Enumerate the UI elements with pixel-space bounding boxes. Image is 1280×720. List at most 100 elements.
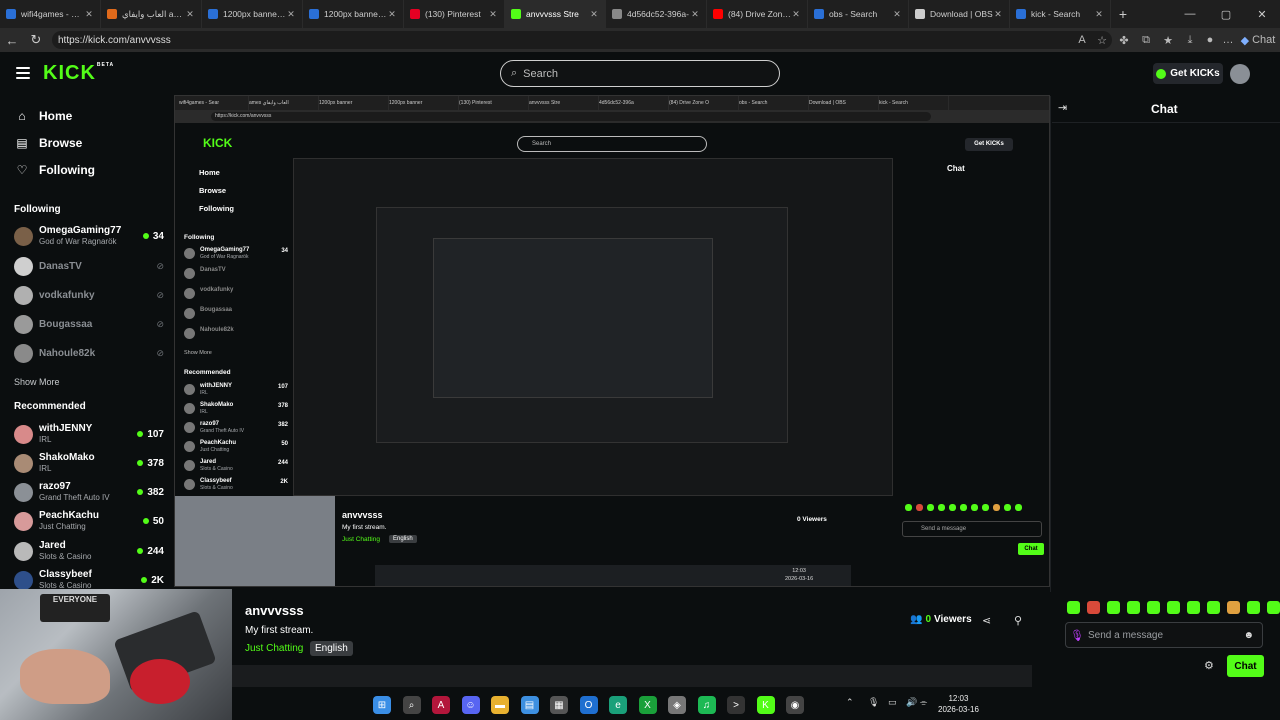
tab-close-icon[interactable]: ✕ xyxy=(791,9,801,20)
emote-icon[interactable] xyxy=(1015,504,1022,511)
emote-icon[interactable] xyxy=(993,504,1000,511)
menu-dots-icon[interactable]: … xyxy=(1216,28,1240,52)
taskbar-discord-icon[interactable]: ☺ xyxy=(461,696,480,714)
taskbar-search-icon[interactable]: ⌕ xyxy=(402,696,421,714)
sidebar-channel[interactable]: Bougassaa ⊘ xyxy=(14,310,164,338)
url-bar[interactable]: https://kick.com/anvvvsss xyxy=(52,31,1112,49)
tab-close-icon[interactable]: ✕ xyxy=(185,9,195,20)
emote-icon[interactable] xyxy=(982,504,989,511)
emote-icon[interactable] xyxy=(1147,601,1160,614)
browser-tab[interactable]: wifi4games - Sear ✕ xyxy=(0,0,101,28)
browser-tab[interactable]: kick - Search ✕ xyxy=(1010,0,1111,28)
favorites-icon[interactable]: ★ xyxy=(1156,28,1180,52)
sidebar-nav-browse[interactable]: ▤ Browse xyxy=(15,133,82,153)
emote-icon[interactable] xyxy=(916,504,923,511)
tray-volume-icon[interactable]: 🔊 xyxy=(906,697,917,708)
emote-icon[interactable] xyxy=(949,504,956,511)
taskbar-kick-icon[interactable]: K xyxy=(756,696,775,714)
tab-close-icon[interactable]: ✕ xyxy=(84,9,94,20)
tab-close-icon[interactable]: ✕ xyxy=(589,9,599,20)
taskbar-outlook-icon[interactable]: O xyxy=(579,696,598,714)
send-chat-button[interactable]: Chat xyxy=(1227,655,1264,677)
emote-icon[interactable] xyxy=(1107,601,1120,614)
taskbar-notepad-icon[interactable]: ▤ xyxy=(520,696,539,714)
chat-message-input[interactable]: 🎙 Send a message ☻ xyxy=(1065,622,1263,648)
taskbar-spotify-icon[interactable]: ♫ xyxy=(697,696,716,714)
back-button[interactable]: ← xyxy=(0,28,24,52)
tray-chevron-icon[interactable]: ⌃ xyxy=(846,697,854,708)
emote-icon[interactable] xyxy=(1067,601,1080,614)
emote-icon[interactable] xyxy=(927,504,934,511)
stream-language-badge[interactable]: English xyxy=(310,641,353,656)
maximize-button[interactable]: ▢ xyxy=(1208,0,1244,28)
taskbar-edge-icon[interactable]: e xyxy=(609,696,627,714)
browser-tab[interactable]: obs - Search ✕ xyxy=(808,0,909,28)
share-icon[interactable]: ⋖ xyxy=(982,614,991,627)
sidebar-channel[interactable]: razo97 Grand Theft Auto IV 382 xyxy=(14,478,164,506)
close-window-button[interactable]: ✕ xyxy=(1244,0,1280,28)
browser-tab[interactable]: Download | OBS ✕ xyxy=(909,0,1010,28)
sidebar-nav-home[interactable]: ⌂ Home xyxy=(15,106,72,126)
taskbar-clock[interactable]: 12:03 2026-03-16 xyxy=(938,693,979,715)
emote-icon[interactable] xyxy=(1167,601,1180,614)
emote-icon[interactable] xyxy=(905,504,912,511)
emote-icon[interactable] xyxy=(1127,601,1140,614)
tab-close-icon[interactable]: ✕ xyxy=(892,9,902,20)
browser-tab[interactable]: العاب وايفاي ames✕ xyxy=(101,0,202,28)
search-input[interactable]: ⌕ Search xyxy=(500,60,780,87)
emote-icon[interactable] xyxy=(960,504,967,511)
emote-icon[interactable] xyxy=(971,504,978,511)
stream-category[interactable]: Just Chatting xyxy=(245,643,303,654)
emote-icon[interactable] xyxy=(1004,504,1011,511)
emote-icon[interactable] xyxy=(1247,601,1260,614)
kick-logo[interactable]: KICKBETA xyxy=(43,62,114,85)
sidebar-channel[interactable]: withJENNY IRL 107 xyxy=(14,420,164,448)
sidebar-channel[interactable]: vodkafunky ⊘ xyxy=(14,281,164,309)
emote-icon[interactable] xyxy=(1267,601,1280,614)
tray-network-icon[interactable]: ⌯ xyxy=(920,697,927,708)
emoji-picker-icon[interactable]: ☻ xyxy=(1243,630,1254,641)
taskbar-folder-icon[interactable]: ▬ xyxy=(491,696,509,714)
sidebar-channel[interactable]: Jared Slots & Casino 244 xyxy=(14,537,164,565)
emote-icon[interactable] xyxy=(938,504,945,511)
tab-close-icon[interactable]: ✕ xyxy=(690,9,700,20)
get-kicks-button[interactable]: Get KICKs xyxy=(1153,63,1223,84)
tray-display-icon[interactable]: ▭ xyxy=(888,697,897,708)
browser-tab[interactable]: anvvvsss Stre ✕ xyxy=(505,0,606,28)
tab-close-icon[interactable]: ✕ xyxy=(993,9,1003,20)
tab-close-icon[interactable]: ✕ xyxy=(387,9,397,20)
tray-mic-icon[interactable]: 🎙 xyxy=(868,697,879,708)
tab-close-icon[interactable]: ✕ xyxy=(488,9,498,20)
emote-icon[interactable] xyxy=(1087,601,1100,614)
taskbar-app-icon[interactable]: ◈ xyxy=(668,696,686,714)
taskbar-xbox-icon[interactable]: X xyxy=(638,696,657,714)
browser-tab[interactable]: (84) Drive Zone O ✕ xyxy=(707,0,808,28)
favorite-star-icon[interactable]: ☆ xyxy=(1090,28,1114,52)
taskbar-windows-icon[interactable]: ⊞ xyxy=(373,696,391,714)
sidebar-channel[interactable]: Nahoule82k ⊘ xyxy=(14,339,164,367)
sidebar-channel[interactable]: PeachKachu Just Chatting 50 xyxy=(14,507,164,535)
taskbar-store-icon[interactable]: ▦ xyxy=(550,696,568,714)
hamburger-menu-icon[interactable] xyxy=(16,67,30,79)
taskbar-obs-icon[interactable]: ◉ xyxy=(786,696,804,714)
refresh-button[interactable]: ↻ xyxy=(24,28,48,52)
browser-tab[interactable]: (130) Pinterest ✕ xyxy=(404,0,505,28)
streamer-name[interactable]: anvvvsss xyxy=(245,603,304,618)
minimize-button[interactable]: — xyxy=(1172,0,1208,28)
taskbar-adobe-icon[interactable]: A xyxy=(432,696,450,714)
sidebar-channel[interactable]: OmegaGaming77 God of War Ragnarök 34 xyxy=(14,222,164,250)
microphone-icon[interactable]: 🎙 xyxy=(1066,629,1088,642)
split-screen-icon[interactable]: ⧉ xyxy=(1134,28,1158,52)
new-tab-button[interactable]: + xyxy=(1111,6,1135,22)
sidebar-nav-following[interactable]: ♡ Following xyxy=(15,160,95,180)
tab-close-icon[interactable]: ✕ xyxy=(1094,9,1104,20)
chat-settings-icon[interactable]: ⚙ xyxy=(1204,659,1214,672)
follow-user-icon[interactable]: ⚲ xyxy=(1014,614,1022,627)
taskbar-terminal-icon[interactable]: > xyxy=(727,696,745,714)
show-more-link[interactable]: Show More xyxy=(14,377,60,387)
collapse-chat-icon[interactable]: ⇥ xyxy=(1058,101,1070,114)
emote-icon[interactable] xyxy=(1227,601,1240,614)
tab-close-icon[interactable]: ✕ xyxy=(286,9,296,20)
extensions-icon[interactable]: ✤ xyxy=(1112,28,1136,52)
browser-tab[interactable]: 4d56dc52-396a- ✕ xyxy=(606,0,707,28)
